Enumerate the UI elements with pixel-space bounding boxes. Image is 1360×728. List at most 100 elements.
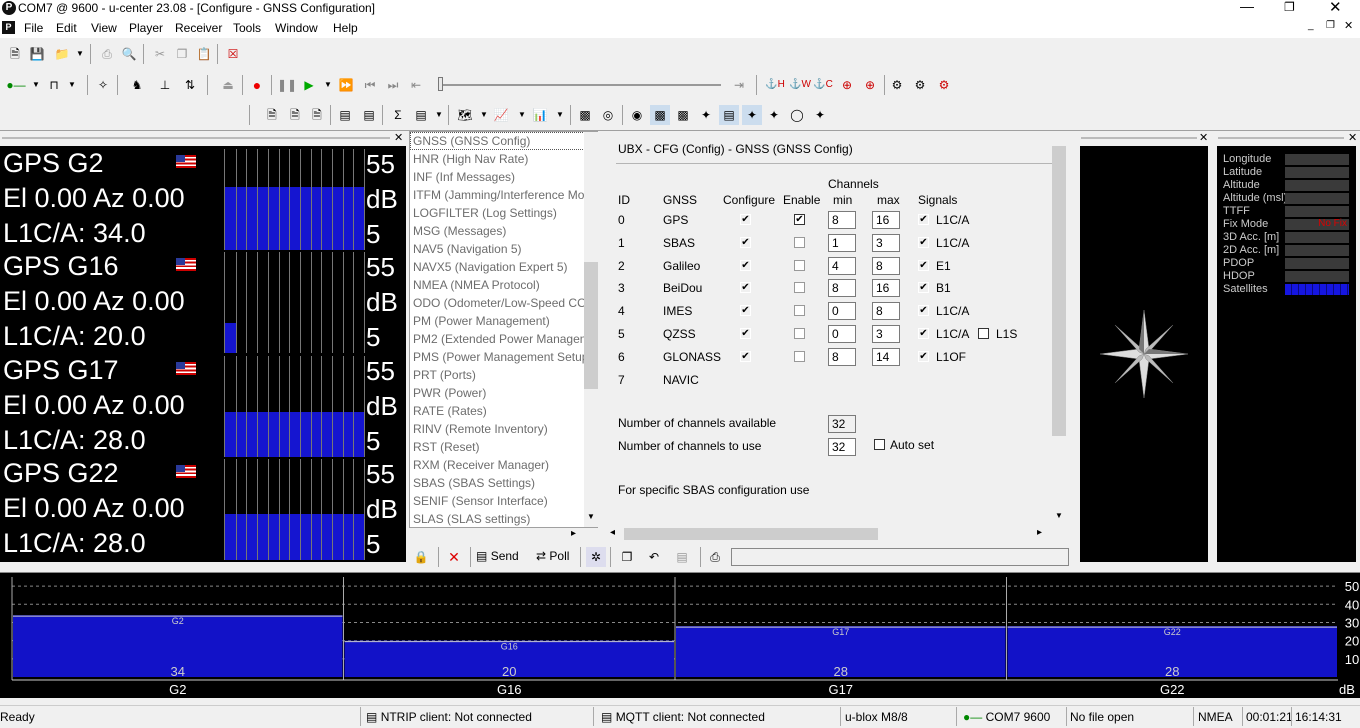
gear-save-icon[interactable]: ⚙ (910, 75, 930, 95)
eject-icon[interactable]: ⏏ (218, 75, 238, 95)
signal-checkbox[interactable]: ✔ (918, 282, 929, 294)
max-channels-field[interactable]: 16 (872, 279, 900, 298)
send-button[interactable]: ▤ Send (476, 549, 519, 563)
print-icon[interactable]: ⎙ (97, 44, 117, 64)
signal-checkbox[interactable]: ✔ (918, 305, 929, 317)
baudrate-icon[interactable]: ⊓ (44, 75, 64, 95)
min-channels-field[interactable]: 4 (828, 256, 856, 275)
print-preview-icon[interactable]: 🔍 (119, 44, 139, 64)
message-list-item[interactable]: MSG (Messages) (410, 222, 597, 240)
scroll-down-icon[interactable]: ▼ (587, 512, 595, 521)
message-list-item[interactable]: NAV5 (Navigation 5) (410, 240, 597, 258)
player-slider-thumb[interactable] (438, 77, 443, 91)
dropdown-arrow-icon[interactable]: ▼ (26, 75, 46, 95)
text-console-icon[interactable]: ▤ (359, 105, 379, 125)
autopoll-icon[interactable]: ✲ (586, 547, 606, 567)
message-list-item[interactable]: SENIF (Sensor Interface) (410, 492, 597, 510)
map-view-icon[interactable]: 🗺 (455, 105, 475, 125)
hotstart-icon[interactable]: ⚓H (765, 75, 785, 95)
configure-checkbox[interactable]: ✔ (740, 305, 751, 317)
message-list-item[interactable]: ODO (Odometer/Low-Speed CO (410, 294, 597, 312)
message-list-item[interactable]: ITFM (Jamming/Interference Mo (410, 186, 597, 204)
autoset-checkbox[interactable] (874, 439, 885, 450)
message-list-item[interactable]: SBAS (SBAS Settings) (410, 474, 597, 492)
max-channels-field[interactable]: 3 (872, 233, 900, 252)
channels-use-field[interactable]: 32 (828, 438, 856, 456)
config-hscroll[interactable]: ◂ ▸ (606, 527, 1052, 541)
fast-forward-icon[interactable]: ⏩ (336, 75, 356, 95)
max-channels-field[interactable]: 14 (872, 347, 900, 366)
messages-view-icon[interactable]: 🗎 (262, 105, 282, 125)
mdi-close-icon[interactable]: ✕ (1344, 19, 1353, 32)
scroll-right-icon[interactable]: ▸ (1037, 527, 1042, 538)
message-list-item[interactable]: PM (Power Management) (410, 312, 597, 330)
scroll-down-icon[interactable]: ▼ (1055, 511, 1063, 520)
message-list-scrollbar[interactable]: ▼ (584, 132, 598, 527)
level-view-icon[interactable]: ▩ (673, 105, 693, 125)
close-icon[interactable]: ✕ (1329, 0, 1342, 16)
scroll-right-icon[interactable]: ▸ (571, 528, 576, 539)
dropdown-arrow-icon[interactable]: ▼ (429, 105, 449, 125)
dropdown-arrow-icon[interactable]: ▼ (318, 75, 338, 95)
message-list-item[interactable]: RATE (Rates) (410, 402, 597, 420)
go-start-icon[interactable]: ⇤ (406, 75, 426, 95)
binary-console-icon[interactable]: ▤ (335, 105, 355, 125)
stop-icon[interactable]: ☒ (223, 44, 243, 64)
configure-checkbox[interactable]: ✔ (740, 282, 751, 294)
config-vscroll[interactable]: ▼ (1052, 131, 1066, 525)
enable-checkbox[interactable] (794, 282, 805, 294)
configure-checkbox[interactable]: ✔ (740, 214, 751, 225)
new-file-icon[interactable]: 🗎 (5, 44, 25, 64)
message-list-item[interactable]: LOGFILTER (Log Settings) (410, 204, 597, 222)
paste-config-icon[interactable]: ↶ (644, 547, 664, 567)
camera-view-icon[interactable]: ▩ (575, 105, 595, 125)
gear-reset-icon[interactable]: ⚙ (934, 75, 954, 95)
command-input[interactable] (731, 548, 1069, 566)
warmstart-icon[interactable]: ⚓W (789, 75, 811, 95)
message-list-item[interactable]: NAVX5 (Navigation Expert 5) (410, 258, 597, 276)
signal-checkbox[interactable]: ✔ (918, 350, 929, 362)
deviation-view-icon[interactable]: ◎ (598, 105, 618, 125)
step-back-icon[interactable]: ⏮ (360, 75, 380, 95)
chart-view-icon[interactable]: 📈 (491, 105, 511, 125)
message-list-item[interactable]: RINV (Remote Inventory) (410, 420, 597, 438)
open-folder-icon[interactable]: 📁 (52, 44, 72, 64)
enable-checkbox[interactable] (794, 350, 805, 362)
menu-edit[interactable]: Edit (56, 21, 77, 35)
go-end-icon[interactable]: ⇥ (729, 75, 749, 95)
copy-config-icon[interactable]: ❐ (617, 547, 637, 567)
signal-panel-close-icon[interactable]: ✕ (394, 131, 403, 144)
coldstart-icon[interactable]: ⚓C (813, 75, 833, 95)
connection-icon[interactable]: ●— (6, 75, 26, 95)
menu-receiver[interactable]: Receiver (175, 21, 222, 35)
configure-checkbox[interactable]: ✔ (740, 236, 751, 248)
dropdown-arrow-icon[interactable]: ▼ (70, 44, 90, 64)
gear-icon[interactable]: ⚙ (887, 75, 907, 95)
message-list-item[interactable]: SLAS (SLAS settings) (410, 510, 597, 527)
min-channels-field[interactable]: 0 (828, 302, 856, 321)
pause-icon[interactable]: ❚❚ (277, 75, 297, 95)
mdi-restore-icon[interactable]: ❐ (1326, 20, 1335, 31)
configure-checkbox[interactable]: ✔ (740, 328, 751, 339)
dropdown-arrow-icon[interactable]: ▼ (512, 105, 532, 125)
nav-panel-close-icon[interactable]: ✕ (1348, 131, 1357, 144)
poll-button[interactable]: ⇄ Poll (536, 549, 569, 563)
message-list-item[interactable]: PRT (Ports) (410, 366, 597, 384)
max-channels-field[interactable]: 8 (872, 256, 900, 275)
compass-view-icon[interactable]: ✦ (696, 105, 716, 125)
menu-view[interactable]: View (91, 21, 117, 35)
clock-view-icon[interactable]: ✦ (764, 105, 784, 125)
message-list-item[interactable]: PM2 (Extended Power Managem (410, 330, 597, 348)
print-config-icon[interactable]: ⎙ (705, 547, 725, 567)
mdi-minimize-icon[interactable]: _ (1308, 20, 1314, 31)
message-list-item[interactable]: PWR (Power) (410, 384, 597, 402)
min-channels-field[interactable]: 1 (828, 233, 856, 252)
paste-icon[interactable]: 📋 (194, 44, 214, 64)
max-channels-field[interactable]: 8 (872, 302, 900, 321)
globe-view-icon[interactable]: ✦ (810, 105, 830, 125)
time-view-icon[interactable]: ◯ (787, 105, 807, 125)
record-icon[interactable]: ● (247, 75, 267, 95)
step-forward-icon[interactable]: ⏭ (383, 75, 403, 95)
config-reset-icon[interactable]: ⊕ (860, 75, 880, 95)
minimize-icon[interactable]: — (1240, 0, 1254, 14)
